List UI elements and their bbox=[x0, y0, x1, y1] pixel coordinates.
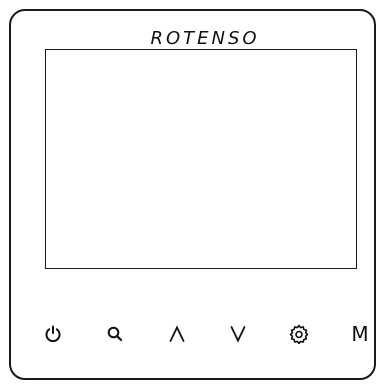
chevron-down-icon bbox=[230, 326, 246, 343]
settings-button[interactable] bbox=[284, 319, 314, 349]
down-button[interactable] bbox=[223, 319, 253, 349]
thermostat-panel: ROTENSO M bbox=[9, 9, 376, 380]
power-icon bbox=[45, 325, 61, 343]
search-button[interactable] bbox=[100, 319, 130, 349]
button-row: M bbox=[11, 319, 374, 349]
display-screen bbox=[45, 49, 357, 269]
svg-text:ROTENSO: ROTENSO bbox=[150, 28, 259, 49]
brand-logo: ROTENSO bbox=[150, 28, 259, 49]
search-icon bbox=[107, 326, 123, 342]
mode-button[interactable]: M bbox=[345, 319, 375, 349]
up-button[interactable] bbox=[162, 319, 192, 349]
power-button[interactable] bbox=[38, 319, 68, 349]
chevron-up-icon bbox=[169, 325, 185, 342]
mode-button-label: M bbox=[351, 322, 369, 346]
gear-icon bbox=[289, 324, 309, 344]
